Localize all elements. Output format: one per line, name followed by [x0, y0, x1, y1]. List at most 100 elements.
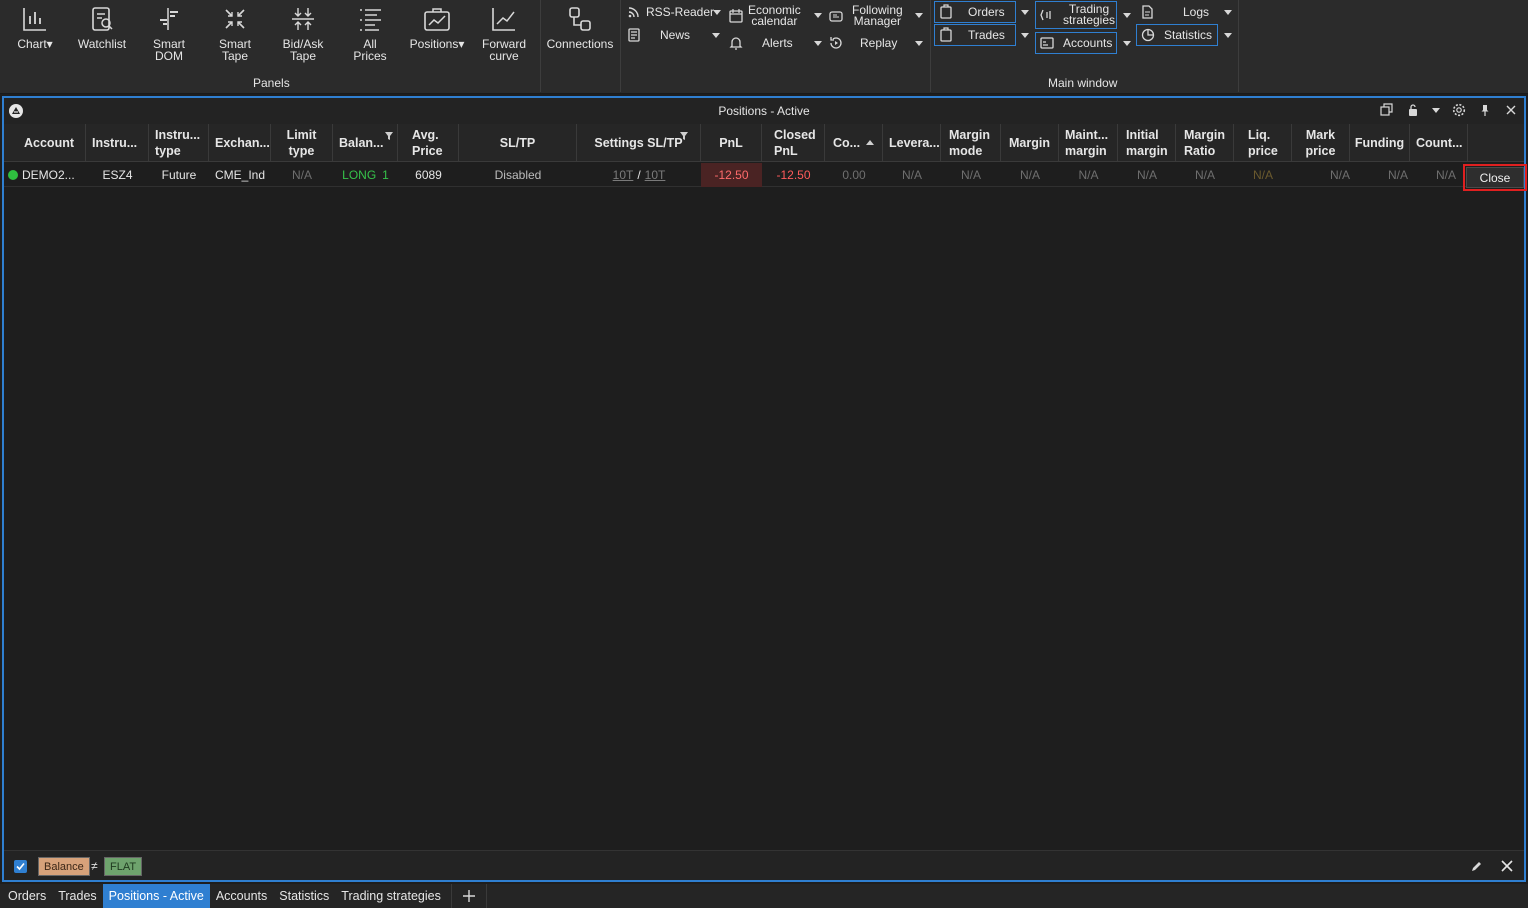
lock-dropdown[interactable] — [1432, 107, 1440, 113]
filter-field-chip[interactable]: Balance — [38, 857, 90, 876]
tab-trades[interactable]: Trades — [52, 884, 102, 908]
col-instrument[interactable]: Instru... — [86, 124, 149, 162]
close-position-label: Close — [1466, 167, 1524, 188]
pin-icon[interactable] — [1478, 103, 1492, 117]
all-prices-icon — [360, 9, 381, 31]
positions-button[interactable]: Positions▾ — [406, 4, 468, 66]
smart-tape-icon — [225, 9, 245, 29]
news-button[interactable]: News — [626, 24, 690, 46]
col-liq-price[interactable]: Liq. price — [1234, 124, 1292, 162]
replay-button[interactable]: Replay — [828, 32, 897, 54]
tab-accounts[interactable]: Accounts — [210, 884, 273, 908]
economic-calendar-dropdown[interactable] — [814, 13, 822, 18]
ribbon-separator — [930, 0, 931, 92]
smart-dom-icon — [160, 8, 178, 30]
forward-curve-button[interactable]: Forward curve — [478, 4, 530, 66]
smart-dom-button[interactable]: Smart DOM — [148, 4, 190, 66]
col-account[interactable]: Account — [4, 124, 86, 162]
col-closed-pnl[interactable]: Closed PnL — [762, 124, 825, 162]
col-maint-margin[interactable]: Maint... margin — [1059, 124, 1118, 162]
economic-calendar-button[interactable]: Economic calendar — [728, 4, 801, 28]
trading-strategies-button[interactable]: Trading strategies — [1035, 1, 1117, 29]
chart-icon — [23, 8, 46, 31]
filter-value-chip[interactable]: FLAT — [104, 857, 143, 876]
filter-icon[interactable] — [680, 132, 688, 140]
col-margin-ratio[interactable]: Margin Ratio — [1176, 124, 1234, 162]
col-settings-sltp[interactable]: Settings SL/TP — [577, 124, 701, 162]
accounts-button[interactable]: Accounts — [1035, 32, 1117, 54]
col-pnl[interactable]: PnL — [701, 124, 762, 162]
col-count[interactable]: Count... — [1410, 124, 1468, 162]
statistics-dropdown[interactable] — [1224, 33, 1232, 38]
gear-icon[interactable] — [1452, 103, 1466, 117]
tab-statistics[interactable]: Statistics — [273, 884, 335, 908]
col-margin-mode[interactable]: Margin mode — [941, 124, 1001, 162]
cell-maint-margin: N/A — [1078, 168, 1099, 182]
filter-icon[interactable] — [385, 132, 393, 140]
trading-strategies-dropdown[interactable] — [1123, 13, 1131, 18]
accounts-dropdown[interactable] — [1123, 41, 1131, 46]
col-commission[interactable]: Co... — [825, 124, 883, 162]
cell-closed-pnl: -12.50 — [776, 168, 811, 182]
table-row[interactable]: DEMO2... ESZ4 Future CME_Ind N/A LONG 1 … — [4, 163, 1524, 187]
chart-button[interactable]: Chart▾ — [12, 4, 58, 66]
smart-tape-button[interactable]: Smart Tape — [214, 4, 256, 66]
trading-strategies-icon — [1040, 9, 1051, 21]
col-margin[interactable]: Margin — [1001, 124, 1059, 162]
all-prices-button[interactable]: All Prices — [350, 4, 390, 66]
rss-icon — [628, 7, 639, 18]
news-dropdown[interactable] — [712, 33, 720, 38]
lock-icon[interactable] — [1406, 103, 1420, 117]
rss-reader-dropdown[interactable] — [713, 10, 721, 15]
close-icon[interactable] — [1500, 859, 1514, 873]
statistics-button[interactable]: Statistics — [1136, 24, 1218, 46]
col-avg-price[interactable]: Avg. Price — [398, 124, 459, 162]
alerts-button[interactable]: Alerts — [728, 32, 793, 54]
replay-dropdown[interactable] — [915, 41, 923, 46]
bid-ask-tape-icon — [292, 8, 314, 30]
tab-positions-active[interactable]: Positions - Active — [102, 884, 210, 908]
col-funding[interactable]: Funding — [1350, 124, 1410, 162]
trades-dropdown[interactable] — [1021, 33, 1029, 38]
col-exchange[interactable]: Exchan... — [209, 124, 271, 162]
rss-reader-button[interactable]: RSS-Reader — [626, 1, 714, 23]
col-limit-type[interactable]: Limit type — [271, 124, 333, 162]
watchlist-button[interactable]: Watchlist — [74, 4, 130, 66]
col-instrument-type[interactable]: Instru... type — [149, 124, 209, 162]
col-balance[interactable]: Balan... — [333, 124, 398, 162]
cell-balance: LONG 1 — [333, 163, 398, 187]
app-logo-icon — [9, 104, 23, 118]
filter-enabled-checkbox[interactable] — [14, 860, 27, 873]
col-initial-margin[interactable]: Initial margin — [1118, 124, 1176, 162]
col-mark-price[interactable]: Mark price — [1292, 124, 1350, 162]
following-manager-dropdown[interactable] — [915, 13, 923, 18]
window-titlebar[interactable]: Positions - Active — [4, 98, 1524, 124]
cell-liq-price: N/A — [1252, 168, 1273, 182]
logs-button[interactable]: Logs — [1136, 1, 1218, 23]
following-manager-button[interactable]: Following Manager — [828, 4, 903, 28]
logs-dropdown[interactable] — [1224, 10, 1232, 15]
orders-dropdown[interactable] — [1021, 10, 1029, 15]
cell-count: N/A — [1435, 168, 1456, 182]
col-sltp[interactable]: SL/TP — [459, 124, 577, 162]
bid-ask-tape-button[interactable]: Bid/Ask Tape — [280, 4, 326, 66]
pencil-icon[interactable] — [1470, 859, 1484, 873]
sl-setting-link[interactable]: 10T — [613, 168, 634, 182]
window-title: Positions - Active — [718, 104, 810, 118]
connections-button[interactable]: Connections — [545, 4, 615, 66]
bottom-tab-bar: Orders Trades Positions - Active Account… — [0, 884, 1528, 908]
col-leverage[interactable]: Levera... — [883, 124, 941, 162]
alerts-dropdown[interactable] — [814, 41, 822, 46]
orders-button[interactable]: Orders — [934, 1, 1016, 23]
add-tab-button[interactable] — [450, 884, 487, 908]
filter-operator[interactable]: ≠ — [91, 859, 98, 873]
cell-margin-ratio: N/A — [1194, 168, 1215, 182]
tab-trading-strategies[interactable]: Trading strategies — [335, 884, 447, 908]
trades-button[interactable]: Trades — [934, 24, 1016, 46]
close-position-button[interactable]: Close — [1463, 164, 1527, 191]
tp-setting-link[interactable]: 10T — [645, 168, 666, 182]
news-icon — [628, 28, 640, 42]
tab-orders[interactable]: Orders — [0, 884, 52, 908]
clone-window-icon[interactable] — [1380, 103, 1394, 117]
close-icon[interactable] — [1504, 103, 1518, 117]
